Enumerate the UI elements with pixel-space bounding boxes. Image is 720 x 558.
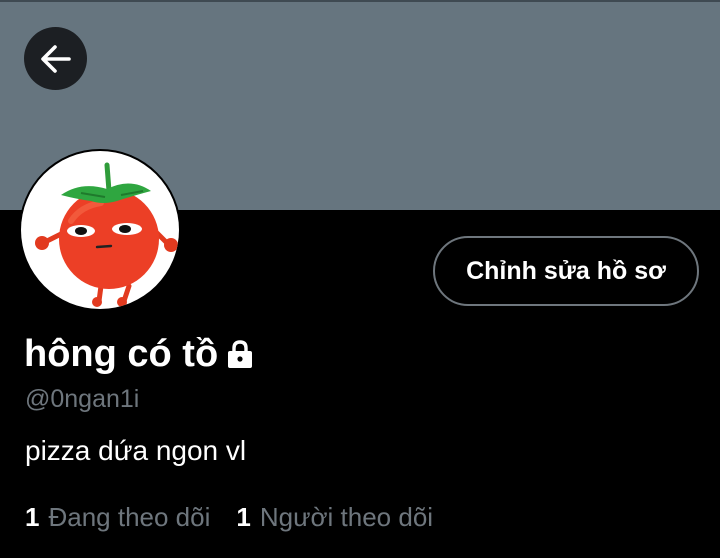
avatar[interactable] xyxy=(19,149,181,311)
followers-label: Người theo dõi xyxy=(259,502,434,532)
profile-bio: pizza dứa ngon vl xyxy=(25,435,247,466)
following-count: 1 xyxy=(25,502,40,532)
edit-profile-label: Chỉnh sửa hồ sơ xyxy=(466,256,666,285)
display-name-row: hông có tồ xyxy=(24,330,256,378)
back-button[interactable] xyxy=(24,27,87,90)
profile-stats: 1 Đang theo dõi 1 Người theo dõi xyxy=(25,502,433,532)
arrow-left-icon xyxy=(40,44,71,73)
lock-icon xyxy=(224,339,256,374)
display-name: hông có tồ xyxy=(24,333,219,375)
followers-stat[interactable]: 1 Người theo dõi xyxy=(236,502,433,532)
following-stat[interactable]: 1 Đang theo dõi xyxy=(25,502,210,532)
following-label: Đang theo dõi xyxy=(48,502,211,532)
profile-handle: @0ngan1i xyxy=(25,385,140,413)
tomato-character-icon xyxy=(35,162,178,307)
followers-count: 1 xyxy=(236,502,251,532)
banner-top-border xyxy=(0,0,720,2)
edit-profile-button[interactable]: Chỉnh sửa hồ sơ xyxy=(433,236,699,306)
avatar-image xyxy=(21,151,179,309)
